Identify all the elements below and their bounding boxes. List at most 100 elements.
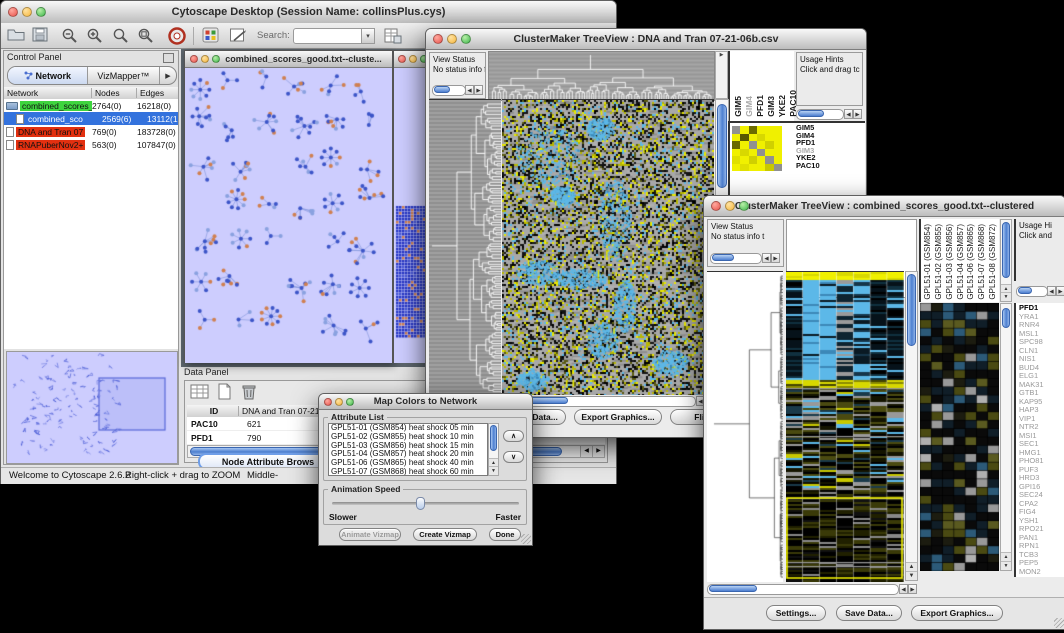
zoom-selected-icon[interactable] xyxy=(112,27,131,49)
tv2-heatmap-hscrollbar[interactable]: ◀ ▶ xyxy=(707,584,918,595)
close-button[interactable] xyxy=(324,398,332,406)
network-view-titlebar[interactable]: combined_scores_good.txt--cluste... xyxy=(185,51,392,68)
zoom-out-icon[interactable] xyxy=(61,27,80,49)
search-dropdown-arrow[interactable]: ▾ xyxy=(361,28,375,44)
scroll-right-arrow[interactable]: ▶ xyxy=(908,584,917,594)
attribute-item[interactable]: GPL51-07 (GSM868) heat shock 60 min xyxy=(329,468,487,476)
speed-slider-track[interactable] xyxy=(332,502,519,505)
treeview1-titlebar[interactable]: ClusterMaker TreeView : DNA and Tran 07-… xyxy=(426,29,866,50)
attribute-list-vscrollbar[interactable]: ▲ ▼ xyxy=(488,423,499,476)
scroll-right-arrow[interactable]: ▶ xyxy=(592,446,604,457)
tab-overflow-arrow[interactable]: ▶ xyxy=(160,67,176,84)
zoom-button[interactable] xyxy=(212,55,220,63)
tv1-column-dendrogram-canvas[interactable] xyxy=(488,51,715,101)
close-button[interactable] xyxy=(398,55,406,63)
tab-vizmapper[interactable]: VizMapper™ xyxy=(88,67,160,84)
scroll-left-arrow[interactable]: ◀ xyxy=(1047,286,1056,296)
scroll-down-arrow[interactable]: ▼ xyxy=(906,571,917,580)
scroll-left-arrow[interactable]: ◀ xyxy=(465,85,474,95)
birdseye-view-canvas[interactable] xyxy=(6,351,178,464)
scroll-left-arrow[interactable]: ◀ xyxy=(762,253,771,263)
minimize-button[interactable] xyxy=(725,201,735,211)
help-lifering-icon[interactable] xyxy=(167,26,187,51)
scroll-right-arrow[interactable]: ▶ xyxy=(474,85,483,95)
zoom-button[interactable] xyxy=(461,34,471,44)
close-button[interactable] xyxy=(711,201,721,211)
minimize-button[interactable] xyxy=(335,398,343,406)
tv2-heatmap-canvas[interactable] xyxy=(786,271,904,582)
attribute-list[interactable]: GPL51-01 (GSM854) heat shock 05 minGPL51… xyxy=(328,423,488,476)
animate-vizmap-button[interactable]: Animate Vizmap xyxy=(339,528,401,541)
scroll-left-arrow[interactable]: ◀ xyxy=(844,109,853,119)
expand-right-icon[interactable]: ▶ xyxy=(720,52,724,58)
close-button[interactable] xyxy=(433,34,443,44)
done-button[interactable]: Done xyxy=(489,528,521,541)
tv2-heatmap-vscrollbar[interactable]: ▲ ▼ xyxy=(905,271,918,581)
scroll-up-arrow[interactable]: ▲ xyxy=(906,562,917,571)
vscroll-thumb[interactable] xyxy=(1002,308,1010,328)
tv2-row-dendrogram-canvas[interactable] xyxy=(707,271,783,582)
scroll-right-arrow[interactable]: ▶ xyxy=(1056,286,1064,296)
dialog-titlebar[interactable]: Map Colors to Network xyxy=(319,394,532,410)
vizmapper-icon[interactable] xyxy=(202,27,220,49)
scroll-left-arrow[interactable]: ◀ xyxy=(580,446,592,457)
resize-grip[interactable] xyxy=(521,534,531,544)
zoom-fit-icon[interactable] xyxy=(137,27,156,49)
scroll-up-arrow[interactable]: ▲ xyxy=(1001,552,1011,561)
treeview2-titlebar[interactable]: ClusterMaker TreeView : combined_scores_… xyxy=(704,196,1064,217)
tv2-settings-button[interactable]: Settings... xyxy=(766,605,826,621)
tab-network[interactable]: Network xyxy=(8,67,88,84)
minimize-button[interactable] xyxy=(22,7,32,17)
scroll-right-arrow[interactable]: ▶ xyxy=(853,109,862,119)
column-network[interactable]: Network xyxy=(4,88,92,98)
tv1-hints-hscrollbar[interactable]: ◀ ▶ xyxy=(796,109,863,120)
network-row[interactable]: DNA and Tran 07769(0)183728(0) xyxy=(4,125,178,138)
tv1-row-dendrogram-canvas[interactable] xyxy=(429,99,501,395)
tv1-heatmap-hscrollbar[interactable]: ◀ ▶ xyxy=(502,396,715,407)
network-row[interactable]: combined_sco2569(6)13112(15) xyxy=(4,112,178,125)
import-table-icon[interactable] xyxy=(383,27,402,49)
main-titlebar[interactable]: Cytoscape Desktop (Session Name: collins… xyxy=(1,1,616,24)
tv2-labels-vscrollbar[interactable]: ▲ ▼ xyxy=(1000,219,1012,302)
scroll-right-arrow[interactable]: ▶ xyxy=(771,253,780,263)
close-button[interactable] xyxy=(190,55,198,63)
scroll-down-arrow[interactable]: ▼ xyxy=(489,466,498,475)
tv2-zoom-heatmap-canvas[interactable] xyxy=(920,303,999,571)
open-file-icon[interactable] xyxy=(7,27,26,48)
column-edges[interactable]: Edges xyxy=(137,88,178,98)
column-nodes[interactable]: Nodes xyxy=(92,88,137,98)
network-row[interactable]: RNAPuberNov2+563(0)107847(0) xyxy=(4,138,178,151)
tv2-save-data-button[interactable]: Save Data... xyxy=(836,605,902,621)
scroll-left-arrow[interactable]: ◀ xyxy=(899,584,908,594)
create-vizmap-button[interactable]: Create Vizmap xyxy=(413,528,477,541)
vscroll-thumb[interactable] xyxy=(907,274,916,346)
move-up-button[interactable]: ∧ xyxy=(503,430,524,442)
delete-attribute-icon[interactable] xyxy=(240,383,258,406)
tv2-zoom-vscrollbar[interactable]: ▲ ▼ xyxy=(1000,303,1012,571)
scroll-down-arrow[interactable]: ▼ xyxy=(1001,561,1011,570)
tv1-status-hscrollbar[interactable]: ◀ ▶ xyxy=(432,85,483,96)
resize-grip[interactable] xyxy=(1054,618,1064,628)
annotation-icon[interactable] xyxy=(229,27,248,49)
vscroll-thumb[interactable] xyxy=(1002,222,1010,278)
minimize-button[interactable] xyxy=(409,55,417,63)
search-input[interactable] xyxy=(293,28,363,44)
move-down-button[interactable]: ∨ xyxy=(503,451,524,463)
vscroll-thumb[interactable] xyxy=(717,104,727,188)
tv1-heatmap-canvas[interactable] xyxy=(502,99,714,395)
network-row[interactable]: combined_scores_2764(0)16218(0) xyxy=(4,99,178,112)
zoom-in-icon[interactable] xyxy=(86,27,105,49)
speed-slider-thumb[interactable] xyxy=(416,497,425,510)
tv2-export-graphics-button[interactable]: Export Graphics... xyxy=(911,605,1003,621)
close-button[interactable] xyxy=(8,7,18,17)
zoom-button[interactable] xyxy=(739,201,749,211)
table-mode-icon[interactable] xyxy=(190,383,210,406)
zoom-button[interactable] xyxy=(36,7,46,17)
column-id[interactable]: ID xyxy=(187,406,239,416)
network-view-canvas[interactable] xyxy=(185,68,392,363)
tv1-mini-heatmap[interactable] xyxy=(732,126,782,171)
scroll-down-arrow[interactable]: ▼ xyxy=(1001,292,1011,301)
zoom-button[interactable] xyxy=(346,398,354,406)
minimize-button[interactable] xyxy=(201,55,209,63)
tv1-export-graphics-button[interactable]: Export Graphics... xyxy=(574,409,662,425)
